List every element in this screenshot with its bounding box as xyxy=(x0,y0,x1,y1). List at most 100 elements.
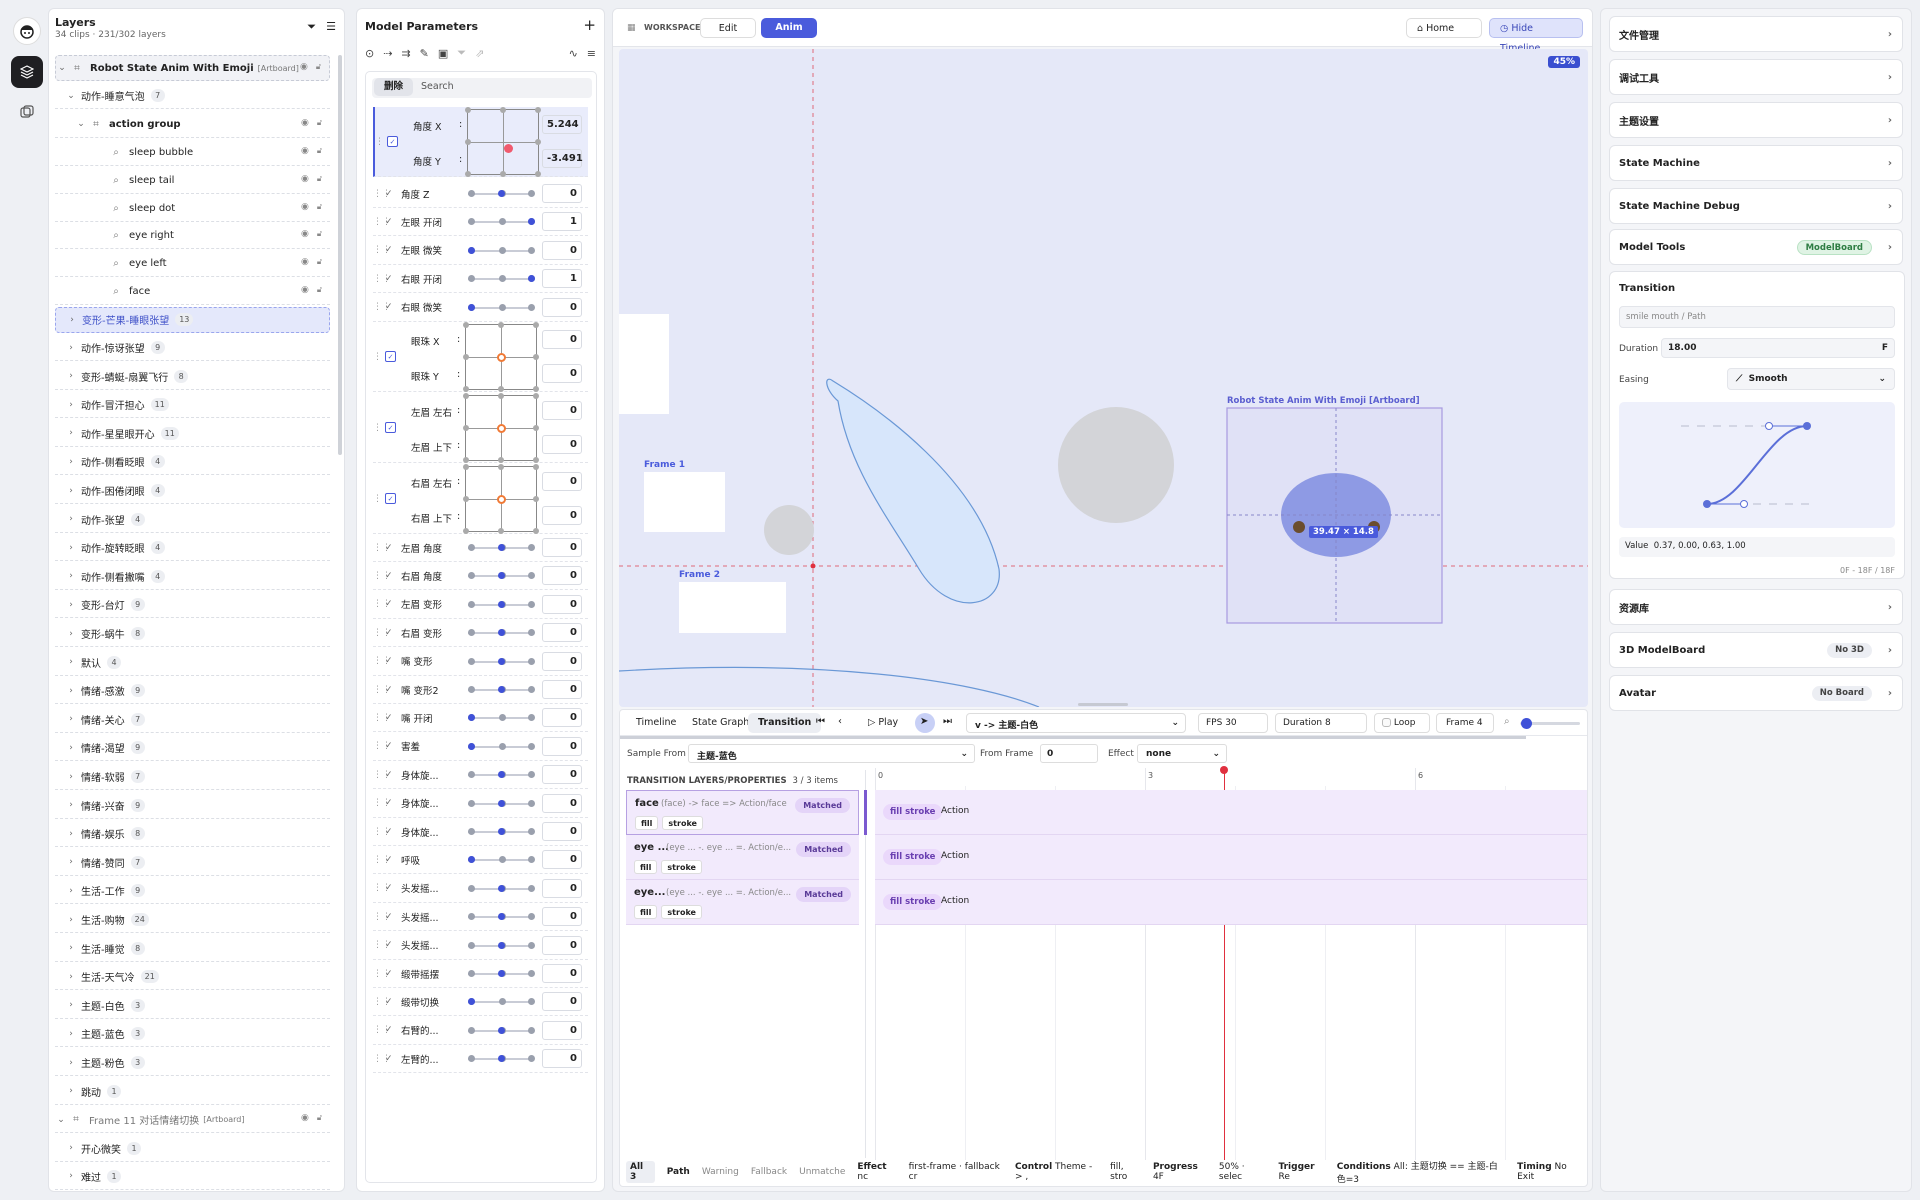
lock-icon[interactable]: 🔓︎ xyxy=(317,118,322,128)
slider-thumb[interactable] xyxy=(498,799,505,807)
slider-thumb[interactable] xyxy=(468,742,475,750)
effect-select[interactable]: none ⌄ xyxy=(1137,744,1227,763)
layer-row[interactable]: › 情绪-渴望 9 xyxy=(55,735,330,762)
fill-chip[interactable]: fill xyxy=(634,905,658,919)
slider-thumb[interactable] xyxy=(468,714,475,722)
drag-handle-icon[interactable]: ⋮⋮ xyxy=(373,599,391,609)
eye-icon[interactable]: ◉ xyxy=(301,146,309,156)
check-icon[interactable]: ✓ xyxy=(385,997,397,1007)
drag-handle-icon[interactable]: ⋮⋮ xyxy=(373,302,391,312)
param-value-input[interactable]: 0 xyxy=(542,765,582,785)
xy-pad-thumb[interactable] xyxy=(497,353,506,362)
drag-handle-icon[interactable]: ⋮⋮ xyxy=(373,883,391,893)
play-button[interactable]: ▷ Play xyxy=(858,713,908,733)
chevron-right-icon[interactable]: › xyxy=(65,886,77,896)
drag-handle-icon[interactable]: ⋮⋮ xyxy=(373,685,391,695)
layer-action-group[interactable]: ⌄ ⌗ action group ◉ 🔓︎ xyxy=(55,112,330,138)
keyframe-icon[interactable]: ▣ xyxy=(438,47,448,60)
stroke-chip[interactable]: stroke xyxy=(662,816,703,830)
param-value-input[interactable]: 0 xyxy=(542,594,582,614)
param-value-input[interactable]: 0 xyxy=(542,240,582,260)
param-value-input[interactable]: 0 xyxy=(542,1020,582,1040)
lock-icon[interactable]: 🔓︎ xyxy=(317,146,322,156)
cursor-toggle-button[interactable]: ➤ xyxy=(915,713,935,733)
from-frame-input[interactable]: 0 xyxy=(1040,744,1098,763)
slider-thumb[interactable] xyxy=(498,884,505,892)
chevron-right-icon[interactable]: › xyxy=(65,486,77,496)
step-back-icon[interactable]: ‹ xyxy=(838,716,842,727)
layer-child[interactable]: ⌕ face ◉ 🔓︎ xyxy=(55,279,330,305)
lock-icon[interactable]: 🔓︎ xyxy=(317,229,322,239)
drag-handle-icon[interactable]: ⋮⋮ xyxy=(375,137,393,147)
inspector-row[interactable]: 主题设置 › xyxy=(1609,102,1903,138)
check-icon[interactable]: ✓ xyxy=(385,599,397,609)
check-icon[interactable]: ✓ xyxy=(385,912,397,922)
chevron-right-icon[interactable]: › xyxy=(65,1086,77,1096)
chevron-right-icon[interactable]: › xyxy=(65,743,77,753)
drag-handle-icon[interactable]: ⋮⋮ xyxy=(373,855,391,865)
param-value-input[interactable]: 0 xyxy=(542,935,582,955)
slider-thumb[interactable] xyxy=(498,828,505,835)
chevron-right-icon[interactable]: › xyxy=(65,514,77,524)
layer-row[interactable]: › 动作-张望 4 xyxy=(55,507,330,533)
layer-group[interactable]: ⌄ 动作-睡意气泡 7 xyxy=(55,83,330,110)
layer-row[interactable]: › 情绪-娱乐 8 xyxy=(55,821,330,848)
drag-handle-icon[interactable]: ⋮⋮ xyxy=(373,1025,391,1035)
xy-pad[interactable] xyxy=(463,464,539,534)
param-x-value[interactable]: 0 xyxy=(542,472,582,491)
param-value-input[interactable]: 0 xyxy=(542,708,582,728)
slider-thumb[interactable] xyxy=(498,544,505,551)
layer-row[interactable]: › 动作-冒汗担心 11 xyxy=(55,392,330,419)
drag-handle-icon[interactable]: ⋮⋮ xyxy=(373,494,391,504)
check-icon[interactable]: ✓ xyxy=(385,883,397,893)
stroke-chip[interactable]: stroke xyxy=(661,905,702,919)
xy-pad[interactable] xyxy=(463,322,539,392)
layer-row[interactable]: › 生活-睡觉 8 xyxy=(55,936,330,962)
param-value-input[interactable]: 0 xyxy=(542,964,582,983)
chevron-right-icon[interactable]: › xyxy=(65,972,77,982)
play-circle-icon[interactable]: ⊙ xyxy=(365,47,374,60)
slider-thumb[interactable] xyxy=(498,600,505,608)
fill-chip[interactable]: fill xyxy=(634,860,658,874)
drag-handle-icon[interactable]: ⋮⋮ xyxy=(373,997,391,1007)
drag-handle-icon[interactable]: ⋮⋮ xyxy=(373,912,391,922)
layer-row[interactable]: › 生活-天气冷 21 xyxy=(55,964,330,991)
duration-field[interactable]: Duration 8 xyxy=(1275,713,1367,733)
layer-child[interactable]: ⌕ sleep dot ◉ 🔓︎ xyxy=(55,196,330,222)
eye-icon[interactable]: ◉ xyxy=(301,202,309,212)
xy-checkbox[interactable]: ✓ xyxy=(385,422,396,433)
hide-timeline-button[interactable]: ◷ Hide Timeline xyxy=(1489,18,1583,54)
param-value-input[interactable]: 0 xyxy=(542,907,582,927)
copy-tool-button[interactable] xyxy=(11,96,43,128)
add-icon[interactable]: + xyxy=(583,16,596,34)
drag-handle-icon[interactable]: ⋮⋮ xyxy=(373,1054,391,1064)
xy-pad-thumb[interactable] xyxy=(497,424,506,433)
chevron-right-icon[interactable]: › xyxy=(66,315,78,325)
chevron-right-icon[interactable]: › xyxy=(65,943,77,953)
slider-thumb[interactable] xyxy=(498,970,505,977)
transition-bar[interactable]: fill stroke Action xyxy=(875,835,1587,880)
filter-fallback[interactable]: Fallback xyxy=(751,1167,787,1177)
check-icon[interactable]: ✓ xyxy=(385,770,397,780)
transition-row[interactable]: eye... (eye ... -. eye ... =. Action/e...… xyxy=(626,880,859,925)
drag-handle-icon[interactable]: ⋮⋮ xyxy=(373,245,391,255)
layer-row[interactable]: › 情绪-兴奋 9 xyxy=(55,793,330,819)
param-value-input[interactable]: 1 xyxy=(542,269,582,289)
layer-row[interactable]: › 主题-蓝色 3 xyxy=(55,1021,330,1048)
layer-root[interactable]: ⌄ ⌗ Robot State Anim With Emoji [Artboard] ◉… xyxy=(55,55,330,81)
menu-icon[interactable]: ≡ xyxy=(587,47,596,60)
chevron-right-icon[interactable]: › xyxy=(65,800,77,810)
transition-row[interactable]: face (face) -> face => Action/face Matched… xyxy=(626,790,859,835)
check-icon[interactable]: ✓ xyxy=(385,741,397,751)
filter-icon[interactable]: ⏷ xyxy=(307,20,316,34)
param-value-input[interactable]: 0 xyxy=(542,680,582,699)
layer-row[interactable]: › 难过 1 xyxy=(55,1164,330,1190)
chevron-right-icon[interactable]: › xyxy=(65,657,77,667)
check-icon[interactable]: ✓ xyxy=(385,713,397,723)
lock-icon[interactable]: 🔓︎ xyxy=(317,174,322,184)
drag-handle-icon[interactable]: ⋮⋮ xyxy=(373,969,391,979)
eye-icon[interactable]: ◉ xyxy=(301,174,309,184)
brush-icon[interactable]: ✎ xyxy=(420,47,429,60)
mode-edit-button[interactable]: Edit xyxy=(700,18,756,38)
xy-pad[interactable] xyxy=(463,393,539,463)
